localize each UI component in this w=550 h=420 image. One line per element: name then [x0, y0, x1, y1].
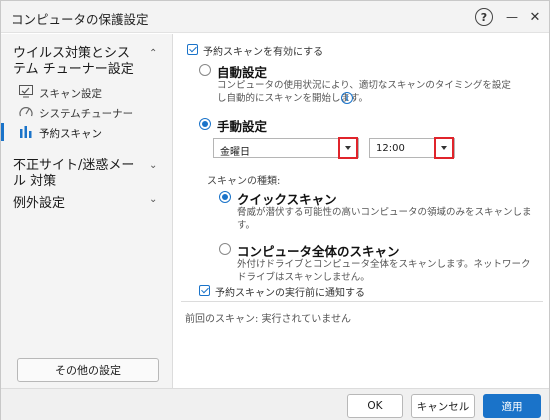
- sidebar-item-label: 予約スキャン: [39, 128, 102, 140]
- time-select-value: 12:00: [376, 143, 405, 154]
- sidebar: ウイルス対策とシステム チューナー設定 ⌃ スキャン設定 システムチューナー 予…: [1, 34, 173, 388]
- quick-scan-radio[interactable]: [219, 191, 231, 203]
- cancel-button[interactable]: キャンセル: [411, 394, 475, 418]
- settings-window: コンピュータの保護設定 ? — ✕ ウイルス対策とシステム チューナー設定 ⌃ …: [0, 0, 550, 420]
- minimize-button[interactable]: —: [500, 5, 524, 29]
- sidebar-group-virus[interactable]: ウイルス対策とシステム チューナー設定: [13, 46, 143, 78]
- sidebar-item-system-tuner[interactable]: システムチューナー: [1, 102, 172, 122]
- sidebar-group-exceptions[interactable]: 例外設定: [13, 196, 65, 212]
- help-button[interactable]: ?: [472, 5, 496, 29]
- sidebar-item-scheduled-scan[interactable]: 予約スキャン: [1, 122, 172, 142]
- minimize-icon: —: [506, 10, 518, 24]
- quick-scan-description: 脅威が潜伏する可能性の高いコンピュータの領域のみをスキャンします。: [237, 206, 537, 232]
- window-title: コンピュータの保護設定: [11, 12, 149, 27]
- close-button[interactable]: ✕: [523, 5, 547, 29]
- close-icon: ✕: [529, 9, 541, 25]
- full-scan-radio[interactable]: [219, 243, 231, 255]
- full-scan-description-text: 外付けドライブとコンピュータ全体をスキャンします。ネットワークドライブはスキャン…: [237, 259, 531, 283]
- notify-checkbox[interactable]: [199, 285, 210, 296]
- system-tuner-icon: [19, 107, 33, 117]
- sidebar-group-web-label: 不正サイト/迷惑メール 対策: [13, 158, 135, 189]
- apply-button[interactable]: 適用: [483, 394, 541, 418]
- sidebar-group-exceptions-label: 例外設定: [13, 196, 66, 211]
- enable-scheduled-checkbox[interactable]: [187, 44, 198, 55]
- scan-type-label: スキャンの種類:: [207, 176, 281, 187]
- notify-label: 予約スキャンの実行前に通知する: [215, 288, 365, 299]
- manual-setting-title: 手動設定: [217, 119, 268, 134]
- footer: OK キャンセル 適用: [1, 388, 549, 420]
- full-scan-description: 外付けドライブとコンピュータ全体をスキャンします。ネットワークドライブはスキャン…: [237, 258, 537, 284]
- active-indicator: [1, 123, 4, 141]
- title-bar: コンピュータの保護設定 ? — ✕: [1, 1, 549, 33]
- ok-button[interactable]: OK: [347, 394, 403, 418]
- divider: [181, 301, 543, 302]
- sidebar-item-label: スキャン設定: [39, 88, 102, 100]
- enable-scheduled-label: 予約スキャンを有効にする: [203, 47, 324, 58]
- chevron-down-icon[interactable]: ⌄: [149, 194, 157, 205]
- day-select-value: 金曜日: [220, 147, 250, 158]
- info-icon[interactable]: i: [341, 92, 353, 104]
- time-select[interactable]: 12:00: [369, 137, 455, 159]
- scheduled-scan-icon: [20, 126, 32, 138]
- time-dropdown-button[interactable]: [434, 137, 454, 159]
- chevron-up-icon[interactable]: ⌃: [149, 48, 157, 59]
- quick-scan-description-text: 脅威が潜伏する可能性の高いコンピュータの領域のみをスキャンします。: [237, 207, 532, 231]
- sidebar-group-virus-label: ウイルス対策とシステム チューナー設定: [13, 46, 134, 77]
- other-settings-button[interactable]: その他の設定: [17, 358, 159, 382]
- help-icon: ?: [475, 8, 493, 26]
- manual-setting-radio[interactable]: [199, 118, 211, 130]
- day-select[interactable]: 金曜日: [213, 137, 359, 159]
- chevron-down-icon[interactable]: ⌄: [149, 160, 157, 171]
- main-panel: 予約スキャンを有効にする 自動設定 コンピュータの使用状況により、適切なスキャン…: [173, 34, 549, 388]
- sidebar-item-scan-settings[interactable]: スキャン設定: [1, 82, 172, 102]
- scan-settings-icon: [19, 85, 33, 98]
- sidebar-group-web[interactable]: 不正サイト/迷惑メール 対策: [13, 158, 143, 190]
- auto-setting-description-text: コンピュータの使用状況により、適切なスキャンのタイミングを設定し自動的にスキャン…: [217, 80, 511, 104]
- auto-setting-description: コンピュータの使用状況により、適切なスキャンのタイミングを設定し自動的にスキャン…: [217, 79, 517, 105]
- last-scan-status: 前回のスキャン: 実行されていません: [185, 314, 351, 325]
- chevron-down-icon: [441, 146, 447, 150]
- day-dropdown-button[interactable]: [338, 137, 358, 159]
- sidebar-item-label: システムチューナー: [39, 108, 134, 120]
- chevron-down-icon: [345, 146, 351, 150]
- auto-setting-radio[interactable]: [199, 64, 211, 76]
